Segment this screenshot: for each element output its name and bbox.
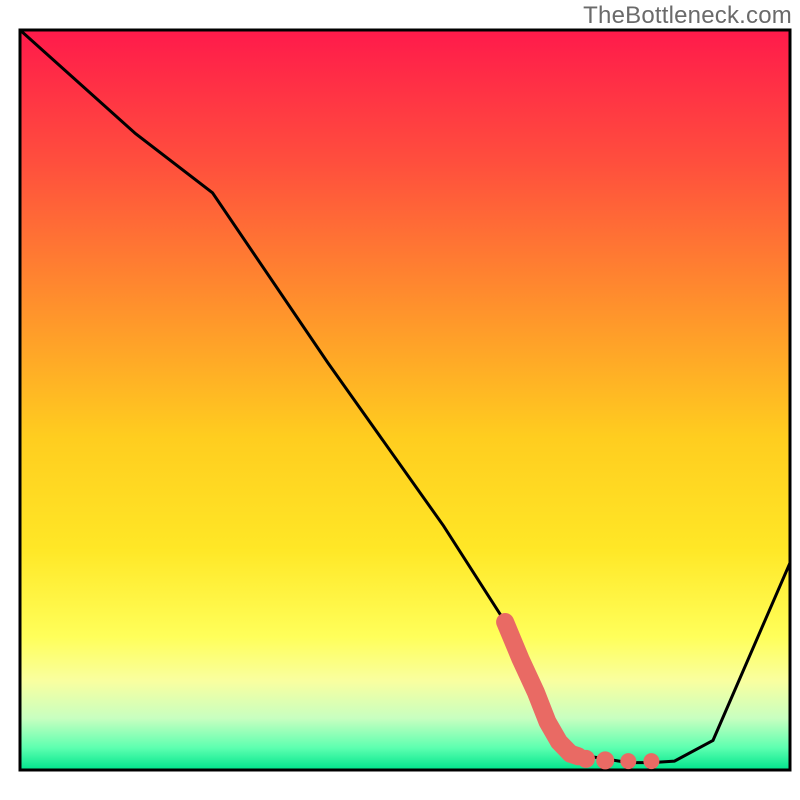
gradient-background <box>20 30 790 770</box>
optimal-range-tail <box>571 754 579 757</box>
chart-container: { "watermark": "TheBottleneck.com", "gra… <box>0 0 800 800</box>
optimal-range-dot <box>620 753 636 769</box>
optimal-range-dot <box>643 753 659 769</box>
watermark-text: TheBottleneck.com <box>583 2 792 30</box>
optimal-range-dot <box>596 751 614 769</box>
bottleneck-chart <box>0 0 800 800</box>
